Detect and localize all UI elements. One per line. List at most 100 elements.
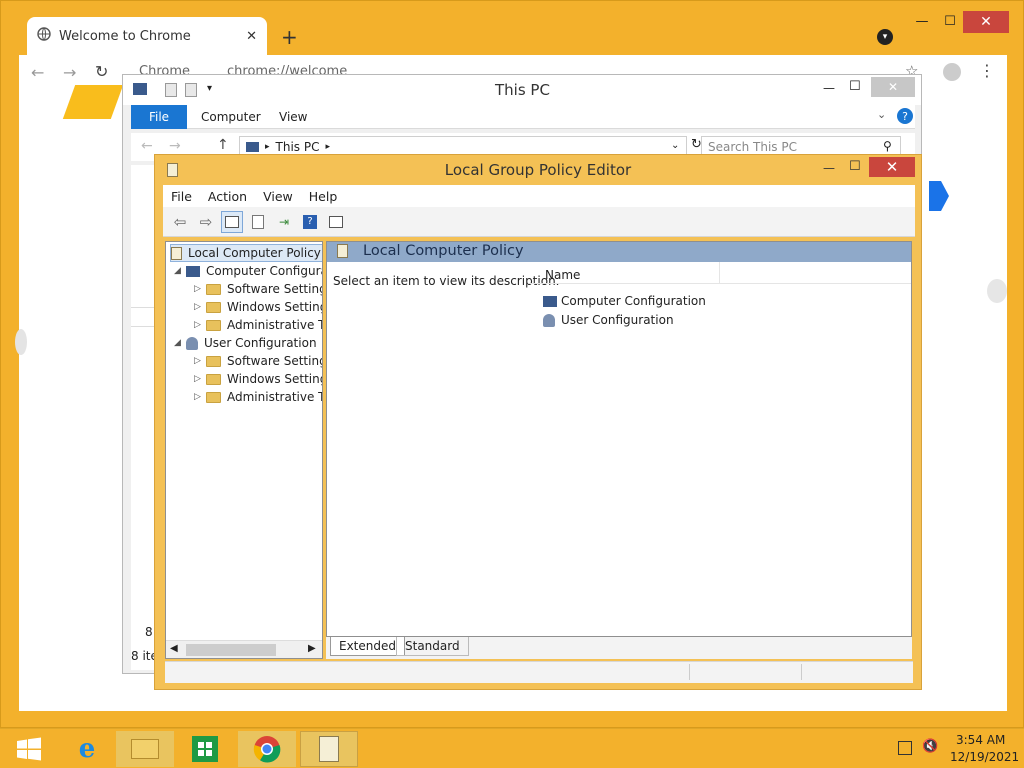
menu-action[interactable]: Action [200,189,255,204]
scrollbar-thumb[interactable] [186,644,276,656]
users-icon [186,336,198,350]
up-icon[interactable]: ↑ [217,137,229,153]
detail-view-tabs: Extended Standard [326,637,912,659]
tree-label: Software Settings [227,282,323,296]
expand-arrow-icon[interactable]: ▷ [194,392,204,402]
profile-avatar-icon[interactable] [943,63,961,81]
forward-icon[interactable]: ⇨ [195,211,217,233]
expand-arrow-icon[interactable]: ▷ [194,284,204,294]
back-icon[interactable]: ⇦ [169,211,191,233]
expand-arrow-icon[interactable]: ▷ [194,356,204,366]
column-divider[interactable] [719,262,720,284]
address-dropdown-icon[interactable]: ⌄ [671,140,679,151]
properties-icon[interactable] [247,211,269,233]
policy-scroll-icon [337,244,348,258]
store-icon[interactable] [176,731,234,767]
tree-user-software-settings[interactable]: ▷ Software Settings [194,352,323,370]
ribbon-expand-icon[interactable]: ⌄ [877,108,886,121]
folder-icon [206,301,221,313]
back-icon[interactable]: ← [31,63,44,82]
tree-computer-software-settings[interactable]: ▷ Software Settings [194,280,323,298]
detail-header-title: Local Computer Policy [363,243,524,259]
item-count-number: 8 [145,625,153,639]
list-item-label: Computer Configuration [561,294,706,308]
horizontal-scrollbar[interactable]: ◀ ▶ [166,640,322,658]
column-name-header[interactable]: Name [545,268,580,282]
list-item[interactable]: Computer Configuration [543,294,706,308]
export-list-icon[interactable]: ⇥ [273,211,295,233]
tree-label: Administrative Te [227,390,323,404]
internet-explorer-icon[interactable]: e [58,731,116,767]
menu-help[interactable]: Help [301,189,346,204]
network-icon[interactable] [898,741,912,755]
forward-icon[interactable]: → [63,63,76,82]
chrome-profile-dropdown-icon[interactable]: ▾ [877,29,893,45]
folder-icon [206,391,221,403]
explorer-maximize-icon[interactable]: ☐ [849,79,861,94]
expand-arrow-icon[interactable]: ▷ [194,302,204,312]
start-button[interactable] [0,731,58,767]
scroll-right-icon[interactable]: ▶ [308,643,316,654]
gpedit-maximize-icon[interactable]: ☐ [849,159,861,174]
reload-icon[interactable]: ↻ [95,62,108,81]
ribbon-tab-computer[interactable]: Computer [201,110,261,124]
new-folder-icon[interactable] [185,83,197,97]
maximize-icon[interactable]: ☐ [935,11,965,31]
computer-icon [246,142,259,152]
explorer-minimize-icon[interactable]: — [823,81,835,95]
gpedit-minimize-icon[interactable]: — [823,161,835,175]
explorer-ribbon: File Computer View ⌄ ? [131,105,915,129]
file-explorer-icon[interactable] [116,731,174,767]
chrome-menu-icon[interactable]: ⋮ [979,61,995,80]
menu-file[interactable]: File [163,189,200,204]
tab-standard[interactable]: Standard [396,637,469,656]
menu-view[interactable]: View [255,189,301,204]
tree-label: Software Settings [227,354,323,368]
help-icon[interactable]: ? [299,211,321,233]
tree-computer-administrative-templates[interactable]: ▷ Administrative Te [194,316,322,334]
expand-arrow-icon[interactable]: ▷ [194,320,204,330]
gpedit-taskbar-icon[interactable] [300,731,358,767]
show-action-pane-icon[interactable] [325,211,347,233]
minimize-icon[interactable]: — [907,11,937,31]
quick-access-dropdown-icon[interactable]: ▾ [207,83,212,94]
expand-arrow-icon[interactable]: ▷ [194,374,204,384]
ribbon-tab-view[interactable]: View [279,110,307,124]
explorer-close-icon[interactable]: ✕ [871,77,915,97]
gpedit-title: Local Group Policy Editor [444,161,632,179]
ribbon-tab-file[interactable]: File [131,105,187,129]
help-icon[interactable]: ? [897,108,913,124]
welcome-decoration-shape [987,279,1007,303]
users-icon [543,313,555,327]
chrome-taskbar-icon[interactable] [238,731,296,767]
show-hide-tree-icon[interactable] [221,210,243,233]
explorer-title: This PC [495,81,550,99]
collapse-arrow-icon[interactable]: ◢ [174,338,184,348]
tree-computer-configuration[interactable]: ◢ Computer Configura [174,262,322,280]
scroll-left-icon[interactable]: ◀ [170,643,178,654]
tree-computer-windows-settings[interactable]: ▷ Windows Setting [194,298,322,316]
tab-extended[interactable]: Extended [330,637,405,656]
search-placeholder: Search This PC [708,140,797,154]
forward-icon[interactable]: → [169,138,181,154]
collapse-arrow-icon[interactable]: ◢ [174,266,184,276]
close-icon[interactable]: ✕ [963,11,1009,33]
clock-time[interactable]: 3:54 AM [956,733,1005,747]
properties-icon[interactable] [165,83,177,97]
close-tab-icon[interactable]: ✕ [246,29,257,44]
tree-user-configuration[interactable]: ◢ User Configuration [174,334,317,352]
back-icon[interactable]: ← [141,138,153,154]
volume-muted-icon[interactable]: 🔇 [922,739,938,754]
list-item[interactable]: User Configuration [543,313,674,327]
clock-date[interactable]: 12/19/2021 [950,750,1019,764]
gpedit-close-icon[interactable]: ✕ [869,157,915,177]
search-icon[interactable]: ⚲ [883,139,892,153]
tree-user-windows-settings[interactable]: ▷ Windows Setting [194,370,322,388]
chrome-tab-welcome[interactable]: Welcome to Chrome ✕ [27,17,267,55]
tree-user-administrative-templates[interactable]: ▷ Administrative Te [194,388,323,406]
policy-tree-pane: Local Computer Policy ◢ Computer Configu… [165,241,323,659]
gpedit-status-bar [165,661,913,683]
folder-icon [206,283,221,295]
tree-root-local-computer-policy[interactable]: Local Computer Policy [170,244,322,262]
new-tab-button[interactable]: + [281,25,298,49]
